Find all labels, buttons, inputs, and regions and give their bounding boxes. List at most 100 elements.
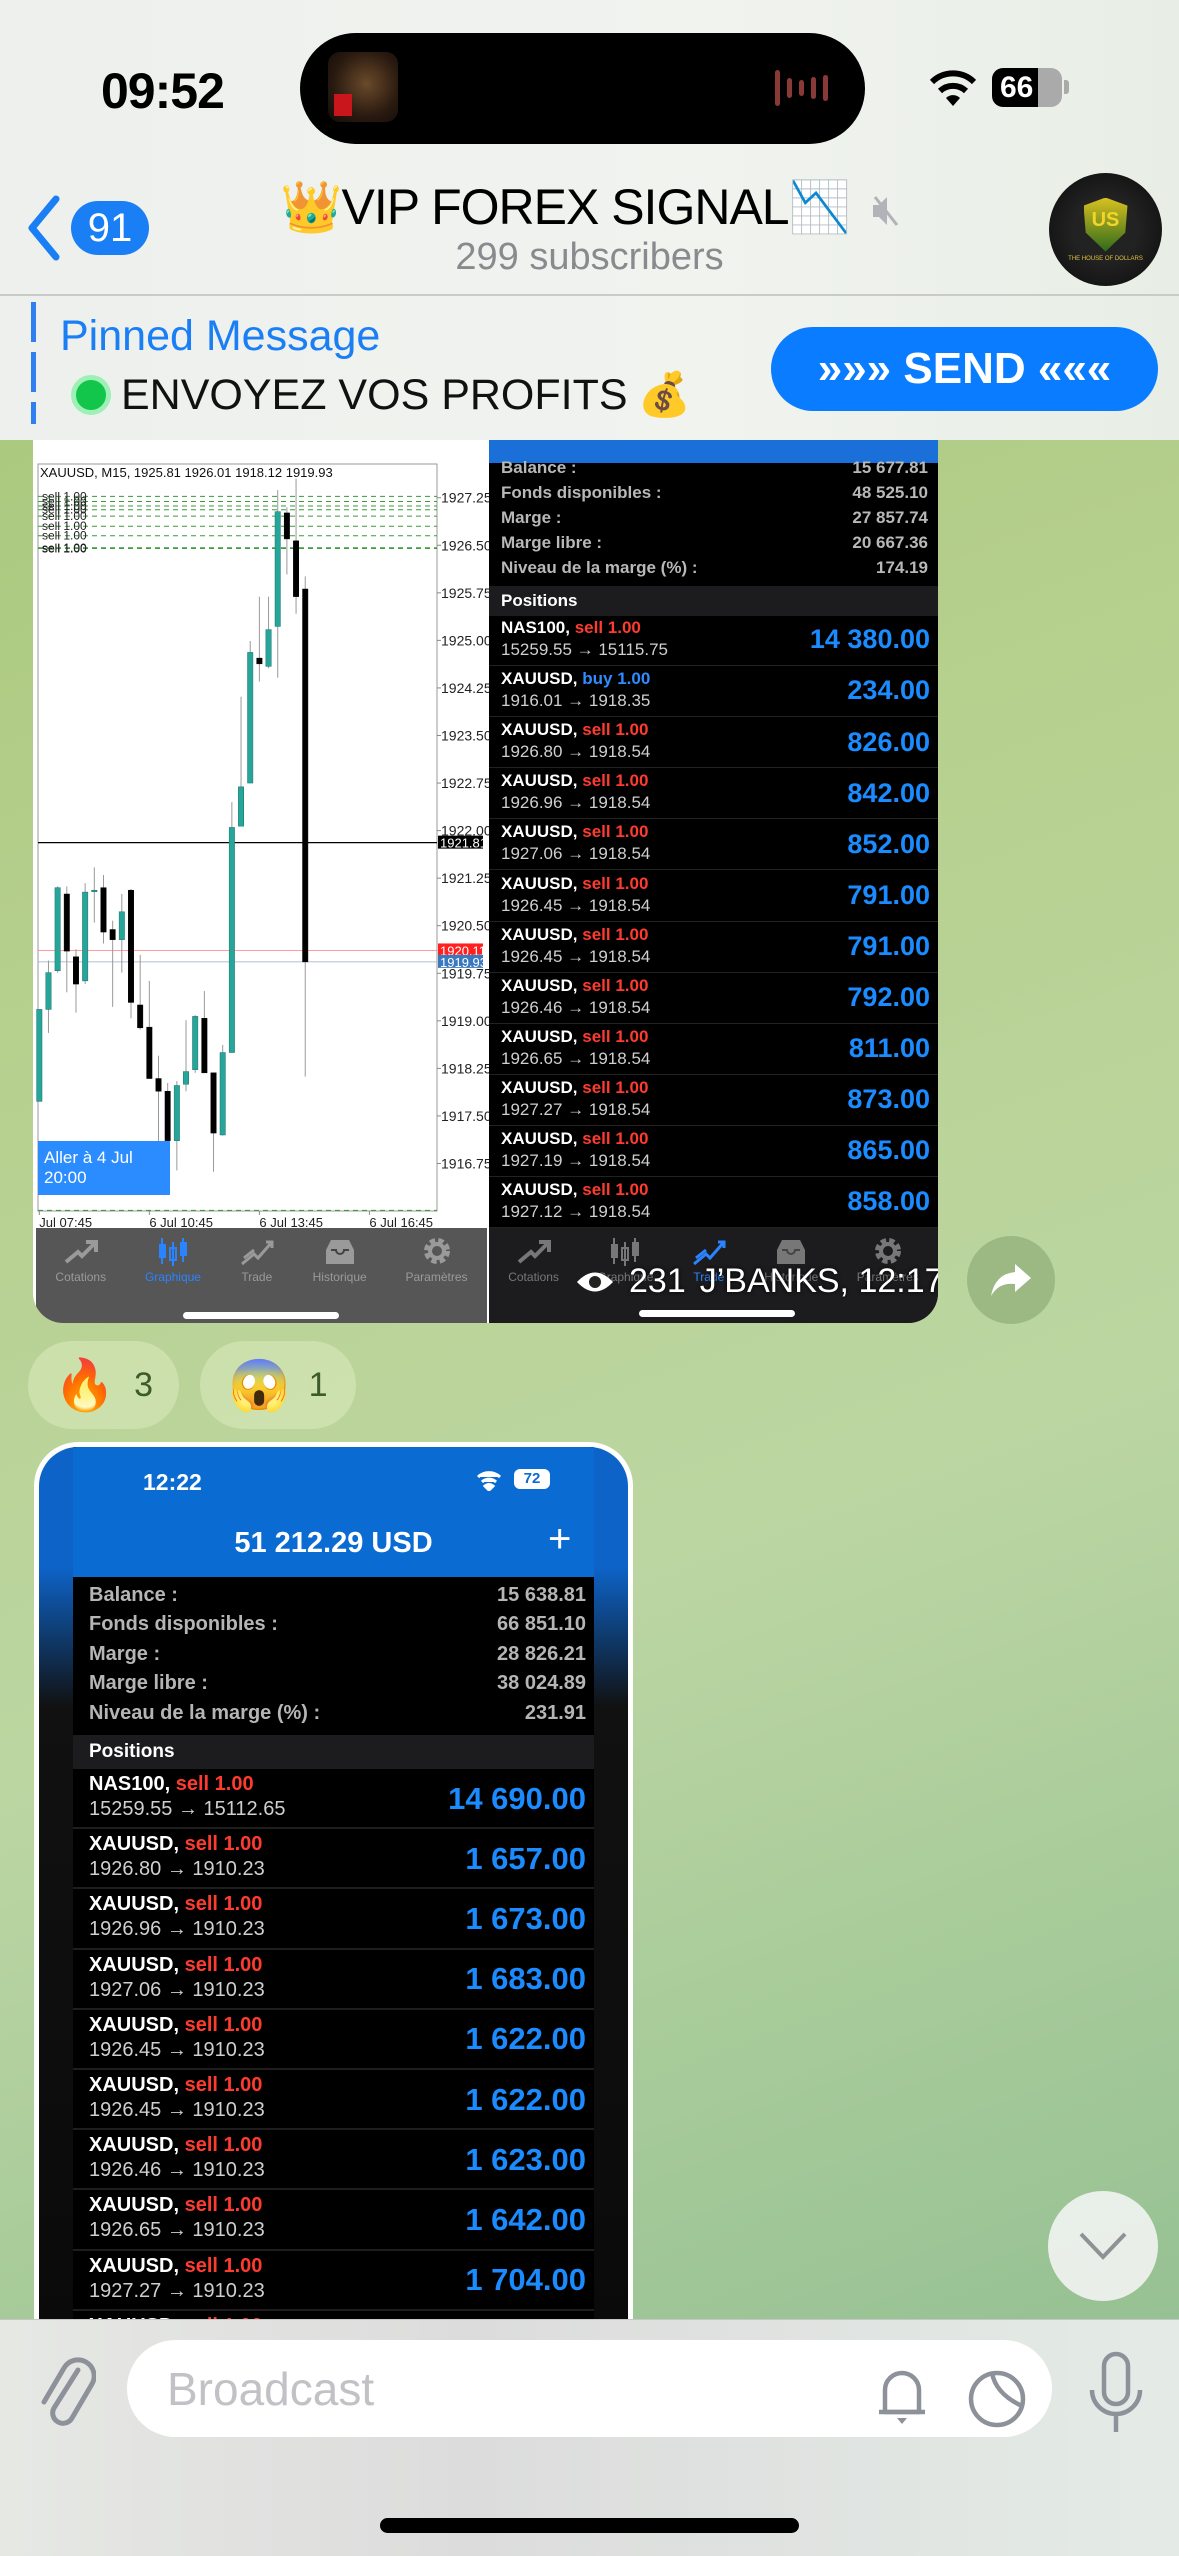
position-row[interactable]: XAUUSD, sell 1.00 1926.45 → 1918.54 791.00 [489,871,938,922]
position-symbol: XAUUSD, [89,2074,180,2096]
channel-avatar[interactable]: US THE HOUSE OF DOLLARS [1049,173,1162,286]
tab-historique[interactable]: Historique [313,1236,367,1284]
microphone-icon[interactable] [1086,2350,1146,2436]
scroll-down-button[interactable] [1048,2191,1158,2301]
position-row[interactable]: XAUUSD, sell 1.00 1927.27 → 1910.23 1 704.… [73,2251,594,2311]
photo-message-1[interactable]: sell 1.00 sell 1.00 sell 1.00 sell 1.00 sell… [33,440,938,1323]
wifi-icon [476,1471,502,1491]
position-profit: 1 622.00 [465,2081,586,2117]
y-tick-label: 1921.25 [441,870,489,886]
y-tick-label: 1917.50 [441,1108,489,1124]
position-row[interactable]: XAUUSD, buy 1.00 1916.01 → 1918.35 234.00 [489,666,938,718]
position-row[interactable]: XAUUSD, sell 1.00 1927.06 → 1918.54 852.00 [489,819,938,871]
position-row[interactable]: XAUUSD, sell 1.00 1927.12 → 1918.54 858.00 [489,1177,938,1229]
arrows-icon [64,1240,98,1264]
candle-bull [54,887,61,971]
pinned-message[interactable]: ENVOYEZ VOS PROFITS 💰 [71,370,691,420]
position-profit: 792.00 [847,982,930,1013]
muted-icon [872,195,898,226]
account-row: Marge libre : 20 667.36 [489,533,936,553]
candle-bear [137,1004,144,1029]
tab-label: Trade [241,1270,273,1284]
account-label: Balance : [89,1584,178,1606]
position-row[interactable]: XAUUSD, sell 1.00 1926.45 → 1910.23 1 622.… [73,2070,594,2131]
status-time: 12:22 [143,1469,202,1495]
position-side: sell 1.00 [582,975,649,995]
crown-emoji: 👑 [280,179,342,235]
send-profits-button[interactable]: »»» SEND ««« [771,327,1158,411]
candle-bear [164,1090,171,1141]
bell-icon[interactable] [875,2364,929,2428]
eye-icon [577,1272,613,1291]
candle-bear [155,1078,162,1092]
pinned-label[interactable]: Pinned Message [60,312,380,361]
now-playing-artwork[interactable] [328,52,398,122]
account-row: Niveau de la marge (%) : 174.19 [489,558,936,578]
position-side: sell 1.00 [184,2074,263,2096]
candle-bear [210,1072,217,1134]
position-row[interactable]: XAUUSD, sell 1.00 1926.46 → 1910.23 1 623.… [73,2130,594,2191]
x-tick-label: 6 Jul 10:45 [149,1215,213,1228]
position-row[interactable]: NAS100, sell 1.00 15259.55 → 15112.65 14 6… [73,1769,594,1830]
forward-button[interactable] [967,1236,1055,1324]
candle-bear [201,1018,208,1074]
position-row[interactable]: XAUUSD, sell 1.00 1927.27 → 1918.54 873.00 [489,1075,938,1126]
candlestick-chart[interactable]: sell 1.00sell 1.00sell 1.00sell 1.00sell… [33,440,489,1228]
position-row[interactable]: XAUUSD, sell 1.00 1926.96 → 1910.23 1 673.… [73,1889,594,1950]
reaction-count: 3 [134,1365,154,1404]
tab-graphique[interactable]: Graphique [145,1236,201,1284]
position-symbol: NAS100, [89,1773,171,1795]
position-row[interactable]: XAUUSD, sell 1.00 1926.96 → 1918.54 842.00 [489,768,938,820]
y-tick-label: 1920.50 [441,918,489,934]
position-side: sell 1.00 [184,2194,263,2217]
timer-icon[interactable] [966,2366,1028,2428]
position-symbol: XAUUSD, [501,720,578,740]
position-profit: 1 657.00 [465,1840,586,1876]
account-value: 48 525.10 [852,483,928,502]
position-row[interactable]: XAUUSD, sell 1.00 1927.19 → 1918.54 865.00 [489,1126,938,1178]
account-label: Marge libre : [501,533,603,552]
position-side: sell 1.00 [184,2013,263,2036]
position-row[interactable]: XAUUSD, sell 1.00 1926.46 → 1918.54 792.00 [489,973,938,1024]
reaction-chip[interactable]: 😱 1 [200,1341,356,1429]
channel-title[interactable]: 👑VIP FOREX SIGNAL📉 [0,178,1179,237]
photo-message-2[interactable]: 12:22 72 51 212.29 USD + Balance : 15 638… [34,1442,633,2342]
account-value: 66 851.10 [497,1613,586,1636]
position-side: sell 1.00 [582,822,649,842]
position-row[interactable]: NAS100, sell 1.00 15259.55 → 15115.75 14 3… [489,615,938,667]
account-label: Niveau de la marge (%) : [501,558,698,577]
account-label: Marge : [501,508,562,527]
position-symbol: XAUUSD, [501,771,578,791]
battery-indicator: 66 [992,68,1062,107]
add-button[interactable]: + [548,1517,571,1562]
position-row[interactable]: XAUUSD, sell 1.00 1926.65 → 1918.54 811.00 [489,1024,938,1075]
position-row[interactable]: XAUUSD, sell 1.00 1926.45 → 1910.23 1 622.… [73,2010,594,2070]
gear-icon [423,1238,450,1264]
account-value: 174.19 [876,558,928,577]
tab-paramtres[interactable]: Paramètres [406,1236,468,1284]
tab-cotations[interactable]: Cotations [55,1236,106,1284]
position-row[interactable]: XAUUSD, sell 1.00 1926.45 → 1918.54 791.00 [489,922,938,973]
reaction-chip[interactable]: 🔥 3 [28,1341,179,1429]
position-row[interactable]: XAUUSD, sell 1.00 1927.06 → 1910.23 1 683.… [73,1950,594,2010]
position-profit: 791.00 [847,930,930,961]
candles-icon [158,1238,187,1266]
goto-date-button[interactable]: Aller à 4 Jul 20:00 [38,1141,170,1195]
position-side: sell 1.00 [184,2254,263,2277]
position-profit: 1 622.00 [465,2021,586,2057]
order-line-label: sell 1.00 [42,499,87,513]
tab-cotations[interactable]: Cotations [508,1236,559,1323]
top-bar: 09:52 66 91 👑VIP FOREX SIGNAL📉 299 subsc… [0,0,1179,440]
position-profit: 852.00 [847,828,930,859]
tab-trade[interactable]: Trade [240,1236,274,1284]
chart-down-emoji: 📉 [788,179,851,235]
position-row[interactable]: XAUUSD, sell 1.00 1926.65 → 1910.23 1 642.… [73,2190,594,2251]
attach-icon[interactable] [38,2350,96,2430]
y-tick-label: 1925.75 [441,585,489,601]
candle-bear [109,929,116,940]
position-side: sell 1.00 [582,771,649,791]
position-row[interactable]: XAUUSD, sell 1.00 1926.80 → 1910.23 1 657.… [73,1829,594,1890]
position-row[interactable]: XAUUSD, sell 1.00 1926.80 → 1918.54 826.00 [489,717,938,769]
tab-label: Paramètres [405,1270,468,1284]
candle-bear [100,887,107,933]
